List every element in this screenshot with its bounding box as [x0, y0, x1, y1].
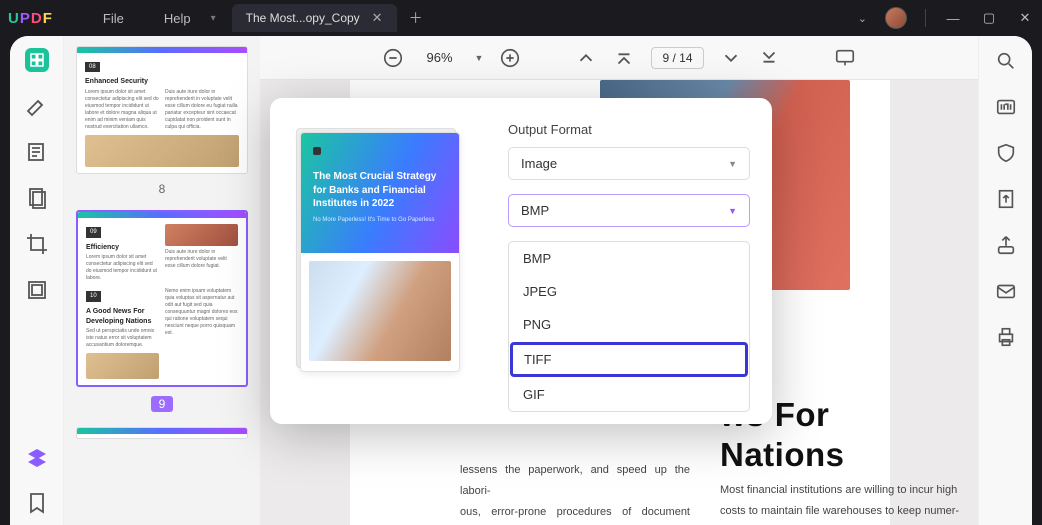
format-option-bmp[interactable]: BMP — [509, 242, 749, 275]
page-text-left: lessens the paperwork, and speed up the … — [460, 460, 690, 525]
zoom-chevron-icon[interactable]: ▼ — [475, 53, 484, 63]
crop-icon[interactable] — [25, 232, 49, 256]
format-option-png[interactable]: PNG — [509, 308, 749, 341]
format-dropdown: BMP JPEG PNG TIFF GIF — [508, 241, 750, 412]
bookmark-icon[interactable] — [25, 491, 49, 515]
output-type-select[interactable]: Image ▼ — [508, 147, 750, 180]
print-icon[interactable] — [995, 326, 1017, 348]
document-tab[interactable]: The Most...opy_Copy ✕ — [232, 4, 397, 32]
minimize-icon[interactable]: — — [944, 11, 962, 26]
avatar[interactable] — [885, 7, 907, 29]
prev-page-icon[interactable] — [575, 47, 597, 69]
tab-add-icon[interactable]: ＋ — [409, 8, 423, 28]
output-format-label: Output Format — [508, 122, 750, 137]
first-page-icon[interactable] — [613, 47, 635, 69]
thumbnail-page-10[interactable] — [76, 427, 248, 439]
thumbnail-panel: 08 Enhanced Security Lorem ipsum dolor s… — [64, 36, 260, 525]
export-preview: The Most Crucial Strategy for Banks and … — [300, 132, 480, 400]
menu-file[interactable]: File — [83, 11, 144, 26]
format-option-tiff[interactable]: TIFF — [510, 342, 748, 377]
format-option-jpeg[interactable]: JPEG — [509, 275, 749, 308]
zoom-in-icon[interactable] — [499, 47, 521, 69]
thumbnail-page-9-label: 9 — [151, 396, 174, 412]
edit-text-icon[interactable] — [25, 140, 49, 164]
thumbnail-page-8-label: 8 — [76, 182, 248, 196]
view-toolbar: 96% ▼ 9 / 14 — [260, 36, 978, 80]
app-logo: UPDF — [8, 10, 53, 27]
zoom-level[interactable]: 96% — [420, 50, 458, 65]
thumbnail-page-8[interactable]: 08 Enhanced Security Lorem ipsum dolor s… — [76, 46, 248, 174]
export-page-icon[interactable] — [995, 188, 1017, 210]
window-controls: ⌄ — ▢ ✕ — [858, 7, 1034, 29]
zoom-out-icon[interactable] — [382, 47, 404, 69]
title-bar: UPDF File Help ▾ The Most...opy_Copy ✕ ＋… — [0, 0, 1042, 36]
close-icon[interactable]: ✕ — [1016, 10, 1034, 26]
thumbnails-panel-icon[interactable] — [25, 48, 49, 72]
layers-icon[interactable] — [25, 447, 49, 471]
email-icon[interactable] — [995, 280, 1017, 302]
next-page-icon[interactable] — [720, 47, 742, 69]
thumbnail-page-9[interactable]: 09 Efficiency Lorem ipsum dolor sit amet… — [76, 210, 248, 387]
highlighter-icon[interactable] — [25, 94, 49, 118]
presentation-icon[interactable] — [834, 47, 856, 69]
ocr-icon[interactable] — [995, 96, 1017, 118]
separator — [925, 9, 926, 27]
tab-list-chevron-icon[interactable]: ▾ — [211, 13, 216, 24]
output-format-value: BMP — [521, 203, 549, 218]
output-type-value: Image — [521, 156, 557, 171]
page-text-right: Most financial institutions are willing … — [720, 480, 970, 525]
output-format-select[interactable]: BMP ▼ — [508, 194, 750, 227]
left-tool-rail — [10, 36, 64, 525]
tab-title: The Most...opy_Copy — [246, 11, 360, 25]
form-icon[interactable] — [25, 278, 49, 302]
last-page-icon[interactable] — [758, 47, 780, 69]
protect-icon[interactable] — [995, 142, 1017, 164]
right-tool-rail — [978, 36, 1032, 525]
export-modal: The Most Crucial Strategy for Banks and … — [270, 98, 772, 424]
account-chevron-icon[interactable]: ⌄ — [858, 12, 867, 25]
chevron-down-icon: ▼ — [728, 159, 737, 169]
tab-close-icon[interactable]: ✕ — [372, 10, 383, 26]
share-icon[interactable] — [995, 234, 1017, 256]
chevron-down-icon: ▼ — [728, 206, 737, 216]
menu-help[interactable]: Help — [144, 11, 211, 26]
maximize-icon[interactable]: ▢ — [980, 10, 998, 26]
format-option-gif[interactable]: GIF — [509, 378, 749, 411]
pages-icon[interactable] — [25, 186, 49, 210]
page-indicator[interactable]: 9 / 14 — [651, 47, 703, 69]
search-icon[interactable] — [995, 50, 1017, 72]
